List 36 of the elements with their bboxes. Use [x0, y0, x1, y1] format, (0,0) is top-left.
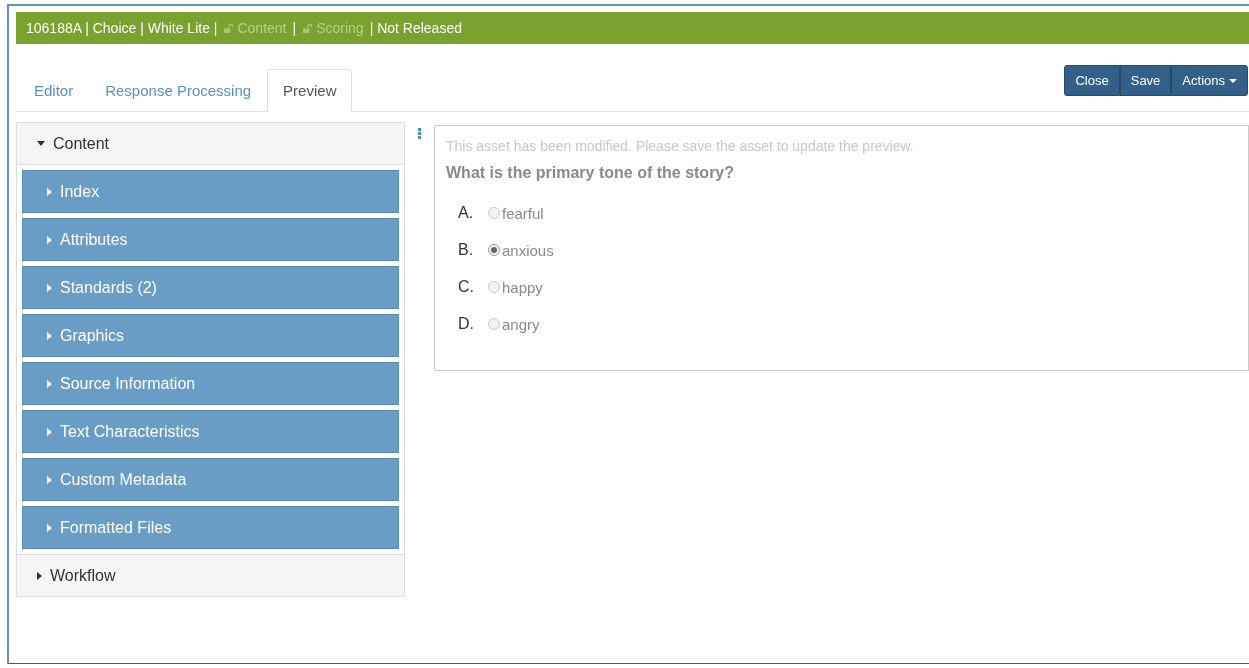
option-text: angry	[502, 315, 540, 333]
option-text: happy	[502, 278, 543, 296]
option-letter: D.	[458, 315, 475, 333]
radio-button[interactable]	[488, 207, 500, 219]
header-text: 106188A | Choice | White Lite |	[26, 20, 218, 36]
sidebar-item[interactable]: Source Information	[22, 362, 399, 405]
tab[interactable]: Response Processing	[89, 69, 268, 112]
more-icon[interactable]	[418, 128, 421, 139]
option-text: fearful	[502, 204, 544, 222]
tab[interactable]: Editor	[18, 69, 90, 112]
lock-status: Scoring	[302, 20, 364, 36]
caret-icon	[1229, 78, 1237, 83]
sidebar-item[interactable]: Index	[22, 170, 399, 213]
radio-button[interactable]	[488, 318, 500, 330]
option-letter: A.	[458, 204, 475, 222]
sidebar-item[interactable]: Formatted Files	[22, 506, 399, 549]
actions-dropdown[interactable]: Actions	[1171, 65, 1248, 96]
unlocked-padlock-icon	[302, 22, 314, 34]
toolbar-button[interactable]: Save	[1119, 65, 1172, 96]
toolbar-button[interactable]: Close	[1064, 65, 1120, 96]
sidebar-item[interactable]: Standards (2)	[22, 266, 399, 309]
option-text: anxious	[502, 241, 554, 259]
sidebar-item[interactable]: Custom Metadata	[22, 458, 399, 501]
header-text: |	[292, 20, 297, 36]
header-text: | Not Released	[369, 20, 462, 36]
sidebar-item[interactable]: Attributes	[22, 218, 399, 261]
question-text: What is the primary tone of the story?	[446, 164, 736, 182]
sidebar-item[interactable]: Graphics	[22, 314, 399, 357]
lock-status: Content	[223, 20, 287, 36]
radio-button[interactable]	[488, 244, 500, 256]
option-letter: C.	[458, 278, 475, 296]
unlocked-padlock-icon	[223, 22, 235, 34]
sidebar-item[interactable]: Text Characteristics	[22, 410, 399, 453]
radio-button[interactable]	[488, 281, 500, 293]
option-letter: B.	[458, 241, 475, 259]
tab[interactable]: Preview	[267, 69, 353, 112]
